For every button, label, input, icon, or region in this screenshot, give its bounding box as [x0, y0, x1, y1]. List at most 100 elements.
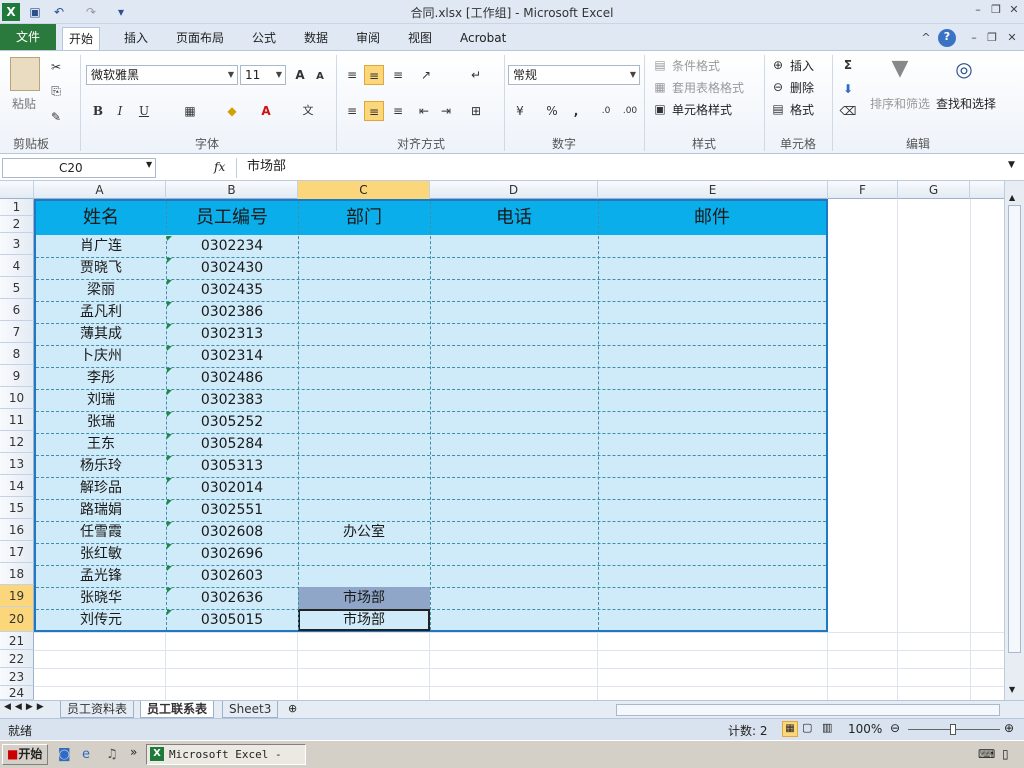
wrap-text-icon[interactable]: ↵	[466, 65, 486, 85]
grow-font-icon[interactable]: A	[290, 65, 310, 85]
cell-department[interactable]	[298, 323, 430, 345]
delete-cells-icon[interactable]: ⊖	[768, 77, 788, 97]
scroll-thumb[interactable]	[1008, 205, 1021, 653]
cell-phone[interactable]	[430, 587, 598, 609]
cell-phone[interactable]	[430, 367, 598, 389]
cell-name[interactable]: 肖广连	[36, 235, 166, 257]
cell-employee-id[interactable]: 0302486	[166, 367, 298, 389]
header-name[interactable]: 姓名	[36, 201, 166, 235]
conditional-format-button[interactable]: 条件格式	[672, 57, 720, 74]
underline-button[interactable]: U	[134, 101, 154, 121]
cell-department[interactable]	[298, 389, 430, 411]
cell-employee-id[interactable]: 0302696	[166, 543, 298, 565]
cut-icon[interactable]: ✂	[46, 57, 66, 77]
cell-name[interactable]: 刘传元	[36, 609, 166, 631]
cell-phone[interactable]	[430, 565, 598, 587]
cell-email[interactable]	[598, 565, 826, 587]
sheet-nav-icon[interactable]: ◀◀▶▶	[4, 702, 48, 712]
row-header[interactable]: 22	[0, 650, 34, 668]
cell-email[interactable]	[598, 367, 826, 389]
paste-button[interactable]: 粘贴	[12, 95, 36, 112]
cell-department[interactable]	[298, 345, 430, 367]
formula-input[interactable]: 市场部	[236, 158, 1006, 178]
cell-name[interactable]: 梁丽	[36, 279, 166, 301]
row-header[interactable]: 11	[0, 409, 34, 431]
taskbar-overflow-icon[interactable]: »	[130, 745, 137, 759]
cell-employee-id[interactable]: 0305284	[166, 433, 298, 455]
cell-email[interactable]	[598, 587, 826, 609]
cell-email[interactable]	[598, 389, 826, 411]
insert-function-button[interactable]: fx	[214, 160, 225, 174]
cell-name[interactable]: 解珍品	[36, 477, 166, 499]
cell-employee-id[interactable]: 0302435	[166, 279, 298, 301]
autosum-button[interactable]: Σ	[838, 55, 858, 75]
row-header[interactable]: 12	[0, 431, 34, 453]
cell-department[interactable]	[298, 279, 430, 301]
doc-restore-icon[interactable]: ❐	[984, 30, 1000, 46]
tab-formulas[interactable]: 公式	[246, 27, 282, 50]
restore-icon[interactable]: ❐	[988, 2, 1004, 18]
bold-button[interactable]: B	[88, 101, 108, 121]
ie-icon[interactable]: e	[82, 747, 90, 762]
cell-email[interactable]	[598, 455, 826, 477]
cell-phone[interactable]	[430, 235, 598, 257]
row-header[interactable]: 18	[0, 563, 34, 585]
scroll-up-icon[interactable]: ▲	[1009, 193, 1015, 202]
merge-center-icon[interactable]: ⊞	[466, 101, 486, 121]
row-header[interactable]: 10	[0, 387, 34, 409]
find-select-icon[interactable]: ◎	[950, 59, 978, 87]
cell-phone[interactable]	[430, 279, 598, 301]
format-painter-icon[interactable]: ✎	[46, 107, 66, 127]
row-header[interactable]: 20	[0, 607, 34, 632]
tab-insert[interactable]: 插入	[118, 27, 154, 50]
normal-view-icon[interactable]: ▦	[782, 721, 798, 737]
cell-employee-id[interactable]: 0302603	[166, 565, 298, 587]
cell-department[interactable]: 办公室	[298, 521, 430, 543]
percent-button[interactable]: %	[542, 101, 562, 121]
horizontal-scrollbar[interactable]	[616, 704, 1000, 716]
column-header[interactable]: G	[898, 181, 970, 199]
align-center-icon[interactable]: ≡	[364, 101, 384, 121]
doc-close-icon[interactable]: ✕	[1004, 30, 1020, 46]
cell-phone[interactable]	[430, 499, 598, 521]
tab-home[interactable]: 开始	[62, 27, 101, 50]
cell-employee-id[interactable]: 0302313	[166, 323, 298, 345]
decrease-indent-icon[interactable]: ⇤	[414, 101, 434, 121]
cell-employee-id[interactable]: 0305015	[166, 609, 298, 631]
row-header[interactable]: 13	[0, 453, 34, 475]
cell-name[interactable]: 刘瑞	[36, 389, 166, 411]
header-employee-id[interactable]: 员工编号	[166, 201, 298, 235]
select-all-button[interactable]	[0, 181, 34, 199]
desktop-icon[interactable]: ◙	[58, 747, 71, 762]
cell-department[interactable]	[298, 411, 430, 433]
scroll-down-icon[interactable]: ▼	[1009, 685, 1015, 694]
sheet-tab[interactable]: Sheet3	[222, 701, 279, 718]
doc-minimize-icon[interactable]: –	[966, 30, 982, 46]
orientation-icon[interactable]: ↗	[416, 65, 436, 85]
start-button[interactable]: ■开始	[2, 744, 48, 765]
cell-employee-id[interactable]: 0302636	[166, 587, 298, 609]
header-email[interactable]: 邮件	[598, 201, 826, 235]
format-cells-icon[interactable]: ▤	[768, 99, 788, 119]
cell-phone[interactable]	[430, 411, 598, 433]
tab-acrobat[interactable]: Acrobat	[454, 27, 512, 50]
help-icon[interactable]: ?	[938, 29, 956, 47]
cell-email[interactable]	[598, 433, 826, 455]
cell-phone[interactable]	[430, 301, 598, 323]
format-as-table-button[interactable]: 套用表格格式	[672, 79, 744, 96]
cell-name[interactable]: 卜庆州	[36, 345, 166, 367]
conditional-format-icon[interactable]: ▤	[650, 55, 670, 75]
format-cells-button[interactable]: 格式	[790, 101, 814, 118]
currency-icon[interactable]: ¥	[510, 101, 530, 121]
delete-cells-button[interactable]: 删除	[790, 79, 814, 96]
cell-styles-icon[interactable]: ▣	[650, 99, 670, 119]
insert-sheet-icon[interactable]: ⊕	[288, 702, 297, 715]
cell-employee-id[interactable]: 0302014	[166, 477, 298, 499]
cell-name[interactable]: 张晓华	[36, 587, 166, 609]
cell-name[interactable]: 孟光锋	[36, 565, 166, 587]
cell-employee-id[interactable]: 0302430	[166, 257, 298, 279]
cell-phone[interactable]	[430, 543, 598, 565]
minimize-icon[interactable]: –	[970, 2, 986, 18]
align-bottom-icon[interactable]: ≡	[388, 65, 408, 85]
column-header[interactable]: B	[166, 181, 298, 199]
